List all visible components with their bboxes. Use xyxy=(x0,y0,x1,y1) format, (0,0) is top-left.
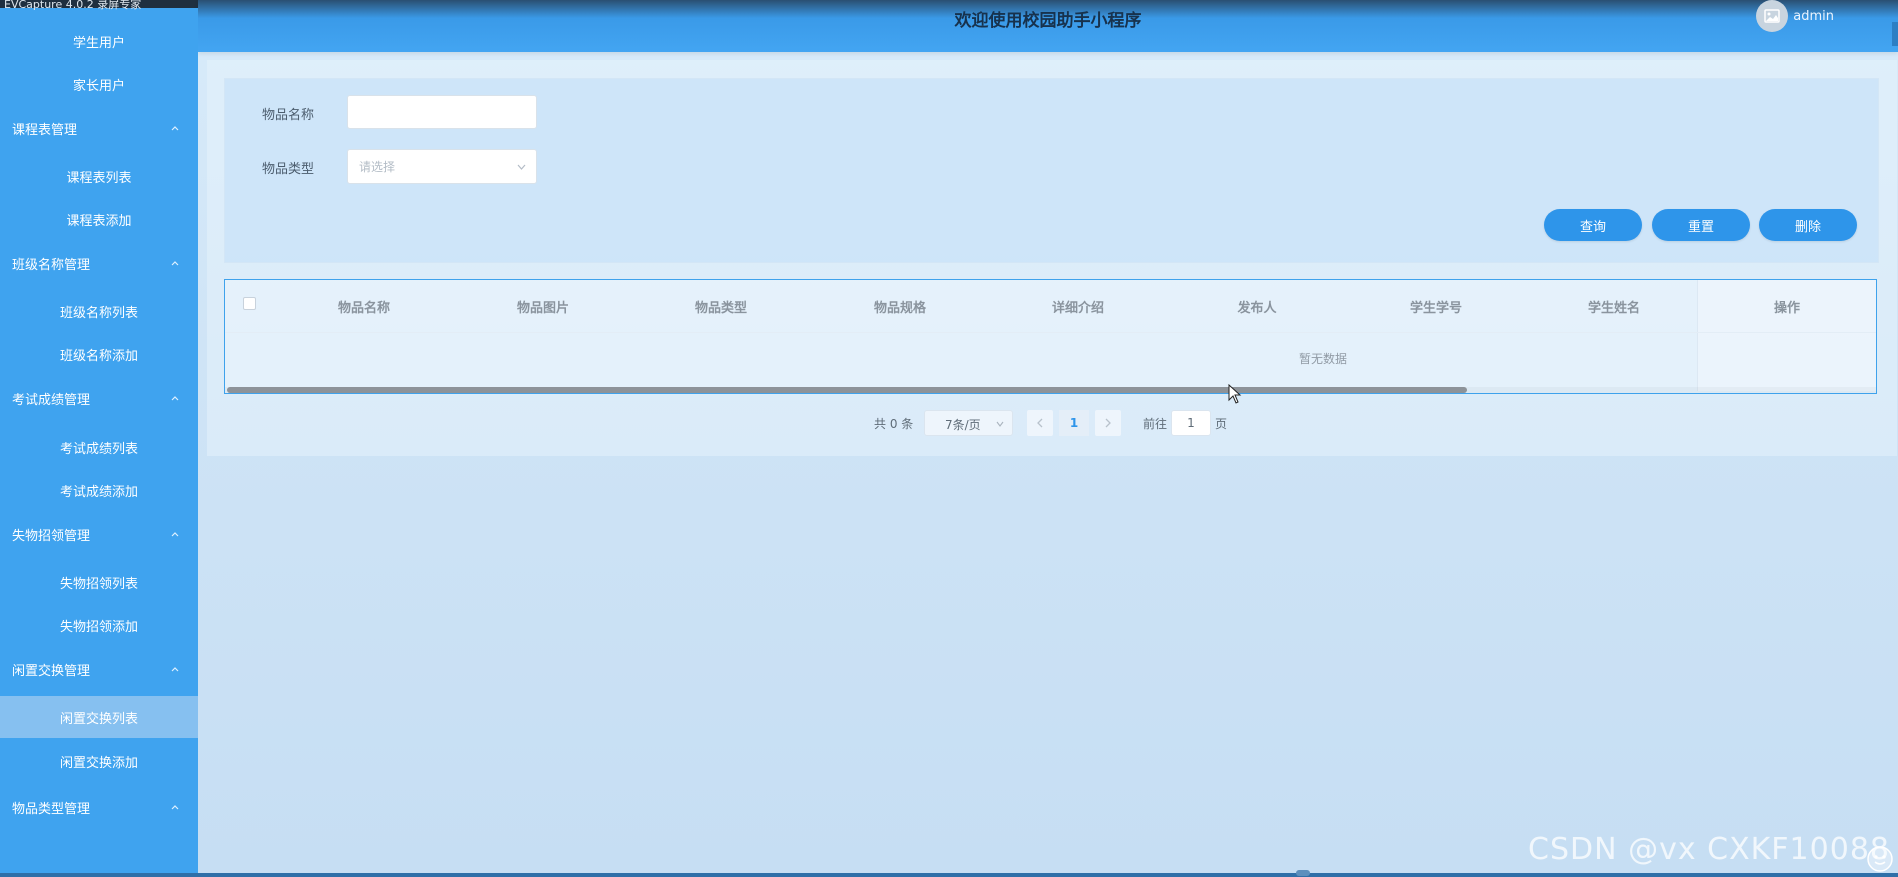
column-header[interactable]: 物品图片 xyxy=(517,297,569,316)
watermark: CSDN @vx CXKF10088 xyxy=(1528,832,1890,867)
chevron-up-icon xyxy=(171,396,179,401)
total-count: 共 0 条 xyxy=(874,417,914,431)
sidebar-item-label: 闲置交换管理 xyxy=(12,663,91,679)
sidebar-item-label: 学生用户 xyxy=(72,35,125,51)
sidebar-group[interactable]: 物品类型管理 xyxy=(0,784,198,830)
reset-button[interactable]: 重置 xyxy=(1652,209,1750,241)
sidebar-item-label: 考试成绩添加 xyxy=(59,484,138,500)
sidebar-item-label: 失物招领添加 xyxy=(59,619,138,635)
sidebar-group[interactable]: 考试成绩管理 xyxy=(0,375,198,421)
chevron-down-icon xyxy=(996,421,1004,427)
select-all-checkbox[interactable] xyxy=(243,297,256,310)
sidebar-group[interactable]: 课程表管理 xyxy=(0,105,198,151)
chevron-up-icon xyxy=(171,805,179,810)
item-type-placeholder: 请选择 xyxy=(359,160,396,174)
chevron-down-icon xyxy=(517,164,526,170)
chevron-up-icon xyxy=(171,532,179,537)
sidebar-group[interactable]: 班级名称管理 xyxy=(0,240,198,286)
sidebar-item[interactable]: 闲置交换添加 xyxy=(0,740,198,782)
chevron-left-icon xyxy=(1037,418,1043,428)
sidebar-item-label: 失物招领管理 xyxy=(12,528,91,544)
item-type-label: 物品类型 xyxy=(262,162,315,177)
column-header[interactable]: 物品名称 xyxy=(338,297,390,316)
sidebar-group[interactable]: 失物招领管理 xyxy=(0,511,198,557)
horizontal-scrollbar-thumb[interactable] xyxy=(227,387,1467,393)
delete-button[interactable]: 删除 xyxy=(1759,209,1857,241)
goto-label: 前往 xyxy=(1143,417,1168,431)
mouse-cursor-icon xyxy=(1228,384,1242,404)
header-divider xyxy=(225,332,1876,333)
sidebar: 学生用户家长用户课程表管理课程表列表课程表添加班级名称管理班级名称列表 班级名称添… xyxy=(0,8,198,877)
chevron-up-icon xyxy=(171,261,179,266)
user-name[interactable]: admin xyxy=(1793,9,1834,24)
sidebar-item-label: 考试成绩列表 xyxy=(59,441,138,457)
sidebar-item[interactable]: 考试成绩列表 xyxy=(0,426,198,468)
sidebar-item[interactable]: 班级名称添加 xyxy=(0,333,198,375)
column-header[interactable]: 详细介绍 xyxy=(1052,297,1104,316)
page-size-value: 7条/页 xyxy=(945,418,981,432)
header-scroll-indicator xyxy=(1892,22,1898,46)
item-type-select[interactable]: 请选择 xyxy=(347,149,537,184)
column-header[interactable]: 学生姓名 xyxy=(1588,297,1640,316)
image-icon xyxy=(1764,9,1780,23)
page-suffix: 页 xyxy=(1215,417,1228,431)
sidebar-item-label: 课程表添加 xyxy=(66,213,132,229)
next-page-button[interactable] xyxy=(1095,410,1121,436)
avatar[interactable] xyxy=(1756,0,1788,32)
item-name-label: 物品名称 xyxy=(262,108,315,123)
column-header[interactable]: 物品类型 xyxy=(695,297,747,316)
sidebar-item-label: 闲置交换列表 xyxy=(59,711,138,727)
bottom-scroll-thumb[interactable] xyxy=(1296,870,1310,876)
sidebar-item[interactable]: 班级名称列表 xyxy=(0,290,198,332)
sidebar-item[interactable]: 失物招领列表 xyxy=(0,561,198,603)
chevron-right-icon xyxy=(1105,418,1111,428)
assistant-icon[interactable] xyxy=(1866,845,1894,873)
bottom-scrollbar[interactable] xyxy=(0,873,1898,877)
sidebar-item[interactable]: 失物招领添加 xyxy=(0,604,198,646)
sidebar-item[interactable]: 闲置交换列表 xyxy=(0,696,198,738)
page-size-select[interactable]: 7条/页 xyxy=(924,410,1013,436)
sidebar-item[interactable]: 学生用户 xyxy=(0,20,198,62)
sidebar-item[interactable]: 考试成绩添加 xyxy=(0,469,198,511)
sidebar-item-label: 班级名称添加 xyxy=(59,348,138,364)
sidebar-item-label: 考试成绩管理 xyxy=(12,392,91,408)
empty-text: 暂无数据 xyxy=(1298,352,1348,366)
column-header[interactable]: 学生学号 xyxy=(1410,297,1462,316)
column-header: 操作 xyxy=(1773,301,1801,316)
sidebar-item-label: 班级名称列表 xyxy=(59,305,138,321)
sidebar-item-label: 课程表列表 xyxy=(66,170,132,186)
chevron-up-icon xyxy=(171,126,179,131)
top-header: 欢迎使用校园助手小程序 admin xyxy=(198,0,1898,52)
sidebar-item-label: 闲置交换添加 xyxy=(59,755,138,771)
sidebar-item-label: 课程表管理 xyxy=(12,122,78,138)
sidebar-item[interactable]: 家长用户 xyxy=(0,63,198,105)
page-number-current[interactable]: 1 xyxy=(1059,410,1089,436)
page-title: 欢迎使用校园助手小程序 xyxy=(954,11,1142,31)
sidebar-item[interactable]: 课程表添加 xyxy=(0,198,198,240)
data-table: 物品名称 物品图片 物品类型 物品规格 详细介绍 发布人 学生学号 学生姓名 操… xyxy=(224,279,1877,394)
sidebar-item-label: 班级名称管理 xyxy=(12,257,91,273)
prev-page-button[interactable] xyxy=(1027,410,1053,436)
chevron-up-icon xyxy=(171,667,179,672)
capture-app-label: EVCapture 4.0.2 录屏专家 xyxy=(4,0,142,11)
column-header[interactable]: 发布人 xyxy=(1237,297,1276,316)
sidebar-item-label: 物品类型管理 xyxy=(12,801,91,817)
sidebar-item[interactable]: 课程表列表 xyxy=(0,155,198,197)
sidebar-item-label: 家长用户 xyxy=(72,78,125,94)
goto-page-input[interactable]: 1 xyxy=(1171,410,1211,436)
sidebar-item-label: 失物招领列表 xyxy=(59,576,138,592)
column-header[interactable]: 物品规格 xyxy=(874,297,926,316)
item-name-input[interactable] xyxy=(347,95,537,129)
sidebar-group[interactable]: 闲置交换管理 xyxy=(0,646,198,692)
query-button[interactable]: 查询 xyxy=(1544,209,1642,241)
